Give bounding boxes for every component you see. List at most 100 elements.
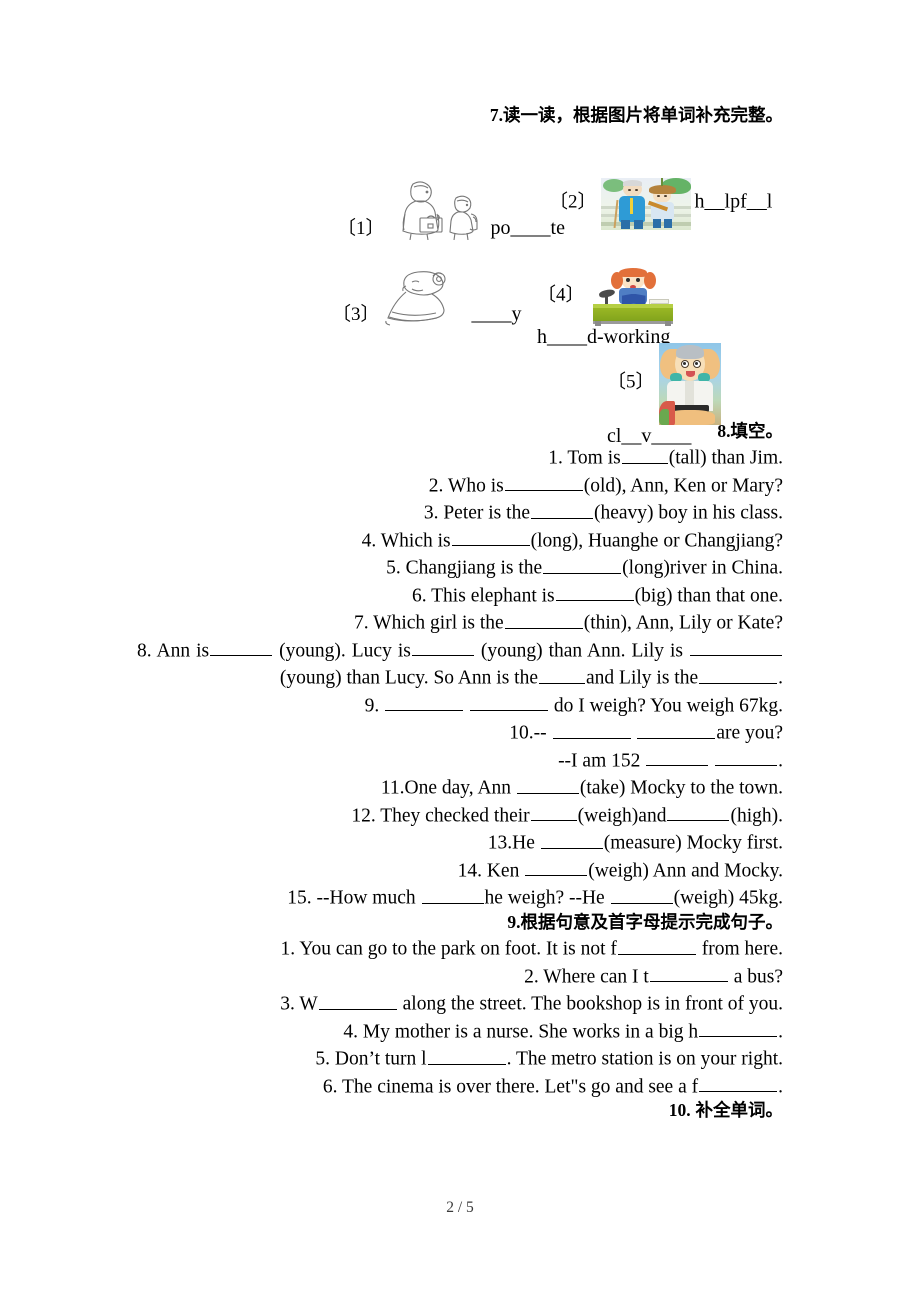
item-4-label: 〔4〕 <box>537 284 585 306</box>
q9-text-b: do I weigh? You weigh 67kg. <box>553 695 783 717</box>
q14-text-a: 14. Ken <box>457 860 520 882</box>
line-drawing-person-face-with-flower <box>384 268 468 326</box>
section-7-number: 7. <box>489 105 503 125</box>
s9q4-text-a: 4. My mother is a nurse. She works in a … <box>343 1021 699 1043</box>
q15-text-c: (weigh) 45kg. <box>673 887 783 909</box>
section-8-question-3: 3. Peter is the (heavy) boy in his class. <box>137 498 783 526</box>
q10-number: 10.-- <box>509 722 547 744</box>
q3-blank[interactable] <box>530 498 593 519</box>
q8-blank-3[interactable] <box>690 636 783 657</box>
s9q5-blank[interactable] <box>427 1044 506 1065</box>
q4-blank[interactable] <box>451 526 530 547</box>
section-9-heading-text: 根据句意及首字母提示完成句子。 <box>520 911 784 932</box>
q1-text-b: (tall) than Jim. <box>668 447 783 469</box>
section-8-question-15: 15. --How much he weigh? --He (weigh) 45… <box>137 883 783 911</box>
s9q3-blank[interactable] <box>318 989 397 1010</box>
q13-text-a: 13.He <box>487 832 535 854</box>
picture-item-2: 〔2〕 h__lpf__l <box>549 177 773 230</box>
q13-text-b: (measure) Mocky first. <box>603 832 783 854</box>
section-8-question-9: 9. do I weigh? You weigh 67kg. <box>137 691 783 719</box>
q7-text-a: 7. Which girl is the <box>354 612 504 634</box>
q7-blank[interactable] <box>504 608 583 629</box>
s9q2-text-b: a bus? <box>733 966 783 988</box>
s9q2-text-a: 2. Where can I t <box>524 966 649 988</box>
picture-item-3: 〔3〕 ____y <box>332 268 522 326</box>
q8-blank-2[interactable] <box>411 636 474 657</box>
q13-blank[interactable] <box>540 828 603 849</box>
q6-text-b: (big) than that one. <box>634 585 783 607</box>
q6-blank[interactable] <box>555 581 634 602</box>
q10-blank-2[interactable] <box>637 718 716 739</box>
q3-text-a: 3. Peter is the <box>423 502 530 524</box>
section-7-picture-items: 〔1〕 po____te 〔2〕 h__lpf__l 〔3〕 ____y 〔4〕… <box>137 128 783 447</box>
q1-text-a: 1. Tom is <box>548 447 621 469</box>
q2-text-a: 2. Who is <box>428 475 504 497</box>
picture-item-4: 〔4〕 h____d-working <box>537 267 783 349</box>
item-1-label: 〔1〕 <box>337 217 385 239</box>
line-drawing-adult-with-briefcase-and-child-with-backpack <box>389 178 487 240</box>
q8-text-d: (young) than Lucy. So Ann is the <box>279 667 539 689</box>
q15-blank-1[interactable] <box>421 883 484 904</box>
s9q1-blank[interactable] <box>617 934 696 955</box>
s9q6-text-a: 6. The cinema is over there. Let"s go an… <box>322 1076 699 1098</box>
section-9-heading: 9.根据句意及首字母提示完成句子。 <box>137 911 783 935</box>
q10-blank-1[interactable] <box>552 718 631 739</box>
section-8-question-8: 8. Ann is (young). Lucy is (young) than … <box>137 636 783 691</box>
s9q4-text-b: . <box>778 1021 783 1043</box>
s9q3-text-a: 3. W <box>280 993 318 1015</box>
q12-text-a: 12. They checked their <box>351 805 530 827</box>
section-8-question-2: 2. Who is (old), Ann, Ken or Mary? <box>137 471 783 499</box>
q15-blank-2[interactable] <box>610 883 673 904</box>
s9q4-blank[interactable] <box>699 1017 778 1038</box>
section-7-heading-text: 读一读，根据图片将单词补充完整。 <box>503 105 783 125</box>
q5-blank[interactable] <box>543 553 622 574</box>
q14-blank[interactable] <box>525 856 588 877</box>
section-9-question-2: 2. Where can I t a bus? <box>137 962 783 990</box>
q8-blank-5[interactable] <box>699 663 778 684</box>
item-3-label: 〔3〕 <box>332 303 380 325</box>
section-8-question-11: 11.One day, Ann (take) Mocky to the town… <box>137 773 783 801</box>
item-3-word: ____y <box>471 302 522 325</box>
q11-blank[interactable] <box>516 773 579 794</box>
section-9-question-5: 5. Don’t turn l . The metro station is on… <box>137 1044 783 1072</box>
q10-answer-blank-1[interactable] <box>646 746 709 767</box>
photo-cartoon-character-hands-behind-head <box>658 342 721 425</box>
q9-blank-2[interactable] <box>470 691 548 712</box>
section-8-question-4: 4. Which is (long), Huanghe or Changjiang… <box>137 526 783 554</box>
q8-text-a: 8. Ann is <box>137 640 210 662</box>
q10-answer-blank-2[interactable] <box>715 746 778 767</box>
q12-text-c: (high). <box>730 805 783 827</box>
q11-text-b: (take) Mocky to the town. <box>579 777 783 799</box>
page-content: 7.读一读，根据图片将单词补充完整。 〔1〕 po____te 〔2〕 h__l… <box>137 104 783 1123</box>
q6-text-a: 6. This elephant is <box>412 585 555 607</box>
q9-number: 9. <box>364 695 380 717</box>
q8-blank-1[interactable] <box>210 636 273 657</box>
section-9-question-3: 3. W along the street. The bookshop is i… <box>137 989 783 1017</box>
worksheet-page: 7.读一读，根据图片将单词补充完整。 〔1〕 po____te 〔2〕 h__l… <box>0 0 920 1302</box>
q2-text-b: (old), Ann, Ken or Mary? <box>583 475 783 497</box>
s9q6-blank[interactable] <box>699 1072 778 1093</box>
section-9-number: 9. <box>507 911 521 932</box>
q12-blank-2[interactable] <box>667 801 730 822</box>
s9q2-blank[interactable] <box>649 962 728 983</box>
photo-boy-helping-elderly-man-with-cane <box>600 177 691 230</box>
section-10-heading-text: 补全单词。 <box>695 1100 784 1121</box>
picture-item-1: 〔1〕 po____te <box>337 178 565 240</box>
q11-text-a: 11.One day, Ann <box>380 777 512 799</box>
q5-text-b: (long)river in China. <box>622 557 783 579</box>
item-5-label: 〔5〕 <box>607 371 655 393</box>
q12-blank-1[interactable] <box>530 801 577 822</box>
q15-text-a: 15. --How much <box>287 887 416 909</box>
q8-text-c: (young) than Ann. Lily is <box>480 640 684 662</box>
s9q5-text-a: 5. Don’t turn l <box>315 1048 427 1070</box>
q15-text-b: he weigh? --He <box>484 887 605 909</box>
q2-blank[interactable] <box>504 471 583 492</box>
q3-text-b: (heavy) boy in his class. <box>593 502 783 524</box>
q8-blank-4[interactable] <box>539 663 586 684</box>
page-number: 2 / 5 <box>446 1199 474 1216</box>
item-5-word: cl__v____ <box>607 424 692 447</box>
s9q1-text-b: from here. <box>701 938 783 960</box>
q9-blank-1[interactable] <box>385 691 464 712</box>
item-2-word: h__lpf__l <box>694 190 773 213</box>
section-7-heading: 7.读一读，根据图片将单词补充完整。 <box>137 104 783 128</box>
